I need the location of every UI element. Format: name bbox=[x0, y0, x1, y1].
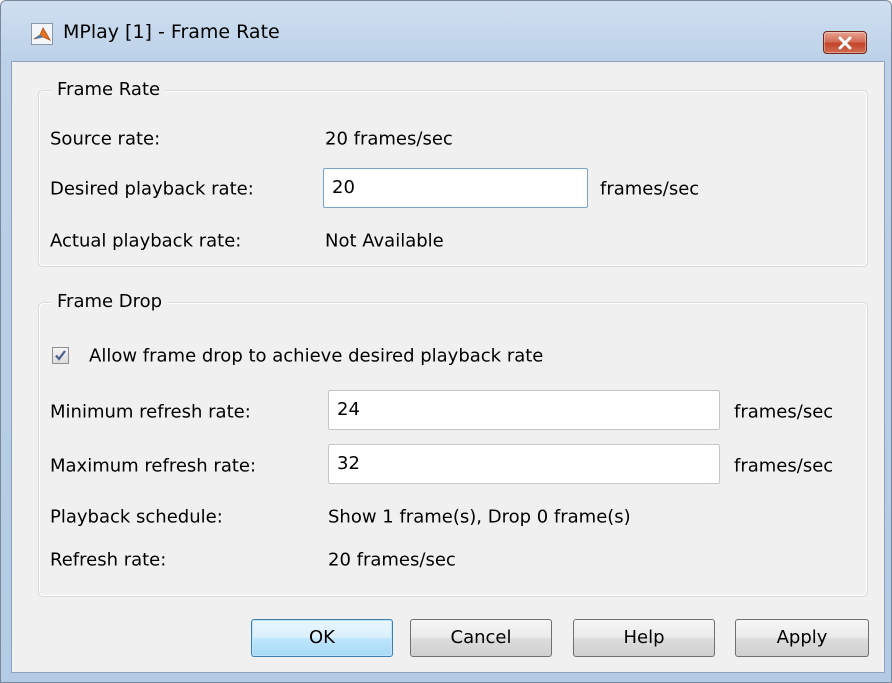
desired-playback-field[interactable]: 20 bbox=[323, 168, 588, 208]
checkmark-icon bbox=[55, 350, 66, 361]
cancel-button[interactable]: Cancel bbox=[410, 619, 552, 657]
refresh-rate-label: Refresh rate: bbox=[50, 549, 167, 571]
close-icon bbox=[838, 36, 852, 50]
allow-frame-drop-checkbox[interactable] bbox=[52, 347, 69, 364]
playback-schedule-value: Show 1 frame(s), Drop 0 frame(s) bbox=[328, 506, 631, 528]
min-refresh-unit: frames/sec bbox=[734, 401, 834, 423]
desired-playback-unit: frames/sec bbox=[600, 178, 700, 200]
source-rate-label: Source rate: bbox=[50, 128, 161, 150]
min-refresh-field[interactable]: 24 bbox=[328, 390, 720, 430]
max-refresh-unit: frames/sec bbox=[734, 455, 834, 477]
matlab-icon bbox=[31, 23, 53, 45]
dialog-window: MPlay [1] - Frame Rate Frame Rate Source… bbox=[0, 0, 892, 683]
actual-playback-value: Not Available bbox=[325, 230, 444, 252]
max-refresh-field[interactable]: 32 bbox=[328, 444, 720, 484]
apply-button[interactable]: Apply bbox=[735, 619, 869, 657]
actual-playback-label: Actual playback rate: bbox=[50, 230, 242, 252]
frame-drop-legend: Frame Drop bbox=[51, 291, 169, 312]
frame-rate-legend: Frame Rate bbox=[51, 79, 167, 100]
help-button[interactable]: Help bbox=[573, 619, 715, 657]
dialog-content: Frame Rate Source rate: 20 frames/sec De… bbox=[11, 61, 885, 673]
title-bar[interactable]: MPlay [1] - Frame Rate bbox=[1, 1, 891, 54]
max-refresh-label: Maximum refresh rate: bbox=[50, 455, 257, 477]
desired-playback-label: Desired playback rate: bbox=[50, 178, 254, 200]
allow-frame-drop-label[interactable]: Allow frame drop to achieve desired play… bbox=[89, 346, 543, 367]
source-rate-value: 20 frames/sec bbox=[325, 128, 453, 150]
playback-schedule-label: Playback schedule: bbox=[50, 506, 223, 528]
min-refresh-label: Minimum refresh rate: bbox=[50, 401, 251, 423]
window-title: MPlay [1] - Frame Rate bbox=[63, 21, 280, 43]
ok-button[interactable]: OK bbox=[251, 619, 393, 657]
close-button[interactable] bbox=[823, 31, 867, 54]
refresh-rate-value: 20 frames/sec bbox=[328, 549, 456, 571]
